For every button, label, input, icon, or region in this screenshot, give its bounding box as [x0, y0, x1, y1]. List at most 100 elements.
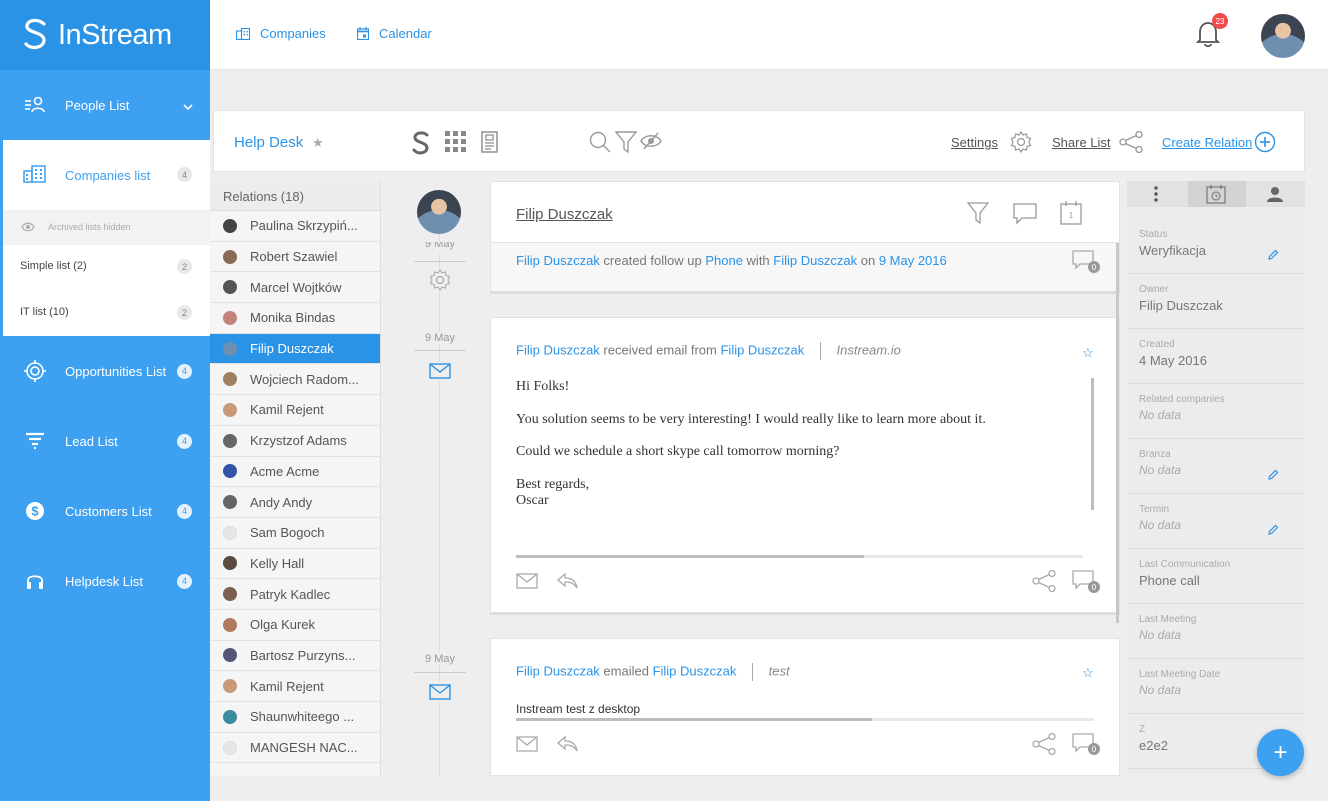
relation-row[interactable]: Shaunwhiteego ... [210, 702, 380, 733]
star-icon[interactable]: ☆ [1082, 665, 1094, 681]
relation-row[interactable]: Paulina Skrzypiń... [210, 211, 380, 242]
contact-name-link[interactable]: Filip Duszczak [516, 206, 613, 223]
detail-field-value: No data [1139, 683, 1182, 697]
nav-companies[interactable]: Companies [236, 26, 326, 41]
top-bar: Companies Calendar 23 [210, 0, 1328, 70]
pencil-icon[interactable] [1267, 524, 1279, 539]
activity-type-link[interactable]: Phone [705, 253, 743, 268]
comment-count-badge: 0 [1088, 261, 1100, 273]
relation-row[interactable]: Wojciech Radom... [210, 364, 380, 396]
instream-view-icon[interactable] [411, 131, 431, 158]
star-icon[interactable]: ☆ [1082, 345, 1094, 361]
contact-avatar [417, 190, 461, 234]
add-circle-icon[interactable] [1254, 131, 1276, 156]
more-vertical-icon[interactable] [1154, 186, 1158, 205]
target-link[interactable]: Filip Duszczak [653, 663, 737, 678]
filter-icon[interactable] [614, 131, 638, 156]
detail-field: Last Meeting Date No data [1127, 659, 1305, 714]
gear-icon[interactable] [1010, 130, 1032, 156]
actor-link[interactable]: Filip Duszczak [516, 253, 600, 268]
activity-date-link[interactable]: 9 May 2016 [879, 253, 947, 268]
sidebar-item-lead[interactable]: Lead List 4 [0, 406, 210, 476]
relation-row[interactable]: Marcel Wojtków [210, 272, 380, 304]
detail-field-value: No data [1139, 628, 1182, 642]
feed-scrollbar[interactable] [1116, 243, 1119, 623]
avatar [223, 587, 237, 602]
star-icon[interactable]: ★ [312, 135, 324, 151]
sublist-it[interactable]: IT list (10) [20, 306, 69, 318]
target-link[interactable]: Filip Duszczak [773, 253, 857, 268]
share-list-link[interactable]: Share List [1052, 135, 1111, 150]
relation-row[interactable]: Patryk Kadlec [210, 579, 380, 610]
avatar [223, 679, 237, 694]
sublist-simple[interactable]: Simple list (2) [20, 260, 87, 272]
email-scroll-track[interactable] [516, 718, 1094, 721]
clock-calendar-icon[interactable] [1206, 185, 1226, 207]
relation-row[interactable]: Acme Acme [210, 457, 380, 488]
relation-row[interactable]: Krzystzof Adams [210, 426, 380, 457]
search-icon[interactable] [589, 131, 611, 156]
nav-calendar[interactable]: Calendar [357, 26, 432, 41]
relation-row[interactable]: Bartosz Purzyns... [210, 641, 380, 672]
svg-text:$: $ [31, 504, 39, 519]
share-icon[interactable] [1032, 732, 1056, 758]
relation-row[interactable]: Monika Bindas [210, 303, 380, 334]
relation-row[interactable]: Kamil Rejent [210, 671, 380, 702]
reply-icon[interactable] [556, 735, 578, 756]
sidebar-item-label: People List [65, 97, 130, 113]
nav-label: Companies [260, 26, 326, 41]
card-view-icon[interactable] [481, 131, 498, 156]
sidebar-item-people[interactable]: People List [0, 70, 210, 140]
count-badge: 4 [177, 433, 192, 449]
relations-title: Relations (18) [210, 181, 380, 211]
comment-icon[interactable] [1013, 203, 1037, 228]
relation-row[interactable]: Olga Kurek [210, 610, 380, 641]
chevron-down-icon[interactable] [183, 98, 193, 113]
email-scroll-thumb[interactable] [516, 555, 864, 558]
pencil-icon[interactable] [1267, 249, 1279, 264]
email-scroll-track[interactable] [516, 555, 1083, 558]
share-icon[interactable] [1032, 569, 1056, 595]
relation-row[interactable]: Kelly Hall [210, 549, 380, 580]
count-badge: 2 [177, 259, 192, 274]
detail-field-label: Related companies [1139, 394, 1225, 405]
envelope-icon[interactable] [516, 573, 538, 592]
sidebar-item-opportunities[interactable]: Opportunities List 4 [0, 336, 210, 406]
relation-row[interactable]: Filip Duszczak [210, 333, 380, 365]
relation-row[interactable]: Andy Andy [210, 487, 380, 518]
relation-row[interactable]: Robert Szawiel [210, 242, 380, 273]
filter-icon[interactable] [966, 202, 990, 227]
detail-field: Owner Filip Duszczak [1127, 274, 1305, 329]
reply-icon[interactable] [556, 572, 578, 593]
relation-row[interactable]: Kamil Rejent [210, 395, 380, 426]
avatar [223, 218, 237, 233]
add-fab-button[interactable]: + [1257, 729, 1304, 776]
hide-icon[interactable] [640, 131, 662, 154]
sidebar-item-customers[interactable]: $ Customers List 4 [0, 476, 210, 546]
settings-link[interactable]: Settings [951, 135, 998, 150]
person-icon[interactable] [1267, 186, 1283, 205]
pencil-icon[interactable] [1267, 469, 1279, 484]
actor-link[interactable]: Filip Duszczak [516, 663, 600, 678]
avatar [223, 617, 237, 632]
share-icon[interactable] [1119, 130, 1143, 156]
sidebar-item-label: Helpdesk List [65, 573, 144, 589]
sidebar-item-helpdesk[interactable]: Helpdesk List 4 [0, 546, 210, 616]
grid-view-icon[interactable] [445, 131, 467, 156]
detail-field: Created 4 May 2016 [1127, 329, 1305, 384]
relation-row[interactable]: Sam Bogoch [210, 518, 380, 549]
people-icon [24, 94, 46, 116]
create-relation-link[interactable]: Create Relation [1162, 135, 1252, 150]
calendar-icon[interactable]: 1 [1060, 201, 1082, 228]
sidebar-item-companies[interactable]: Companies list 4 [3, 140, 210, 210]
app-logo[interactable]: InStream [0, 0, 210, 70]
email-scroll-thumb[interactable] [516, 718, 872, 721]
target-link[interactable]: Filip Duszczak [720, 342, 804, 357]
archived-lists-toggle[interactable]: Archived lists hidden [3, 210, 210, 245]
relation-row[interactable]: MANGESH NAC... [210, 733, 380, 764]
email-scrollbar[interactable] [1091, 378, 1094, 510]
relation-name: Robert Szawiel [250, 249, 338, 265]
user-avatar[interactable] [1261, 14, 1305, 58]
actor-link[interactable]: Filip Duszczak [516, 342, 600, 357]
envelope-icon[interactable] [516, 736, 538, 755]
